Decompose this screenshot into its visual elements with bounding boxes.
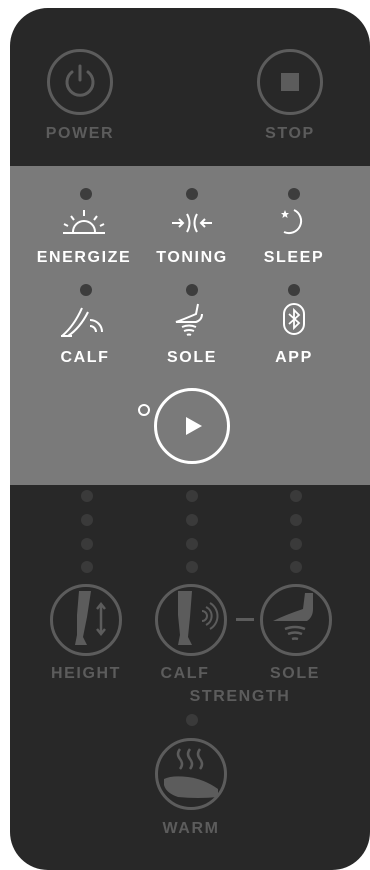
sole-level-dot bbox=[290, 514, 302, 526]
warm-button[interactable] bbox=[155, 738, 227, 810]
mode-sole-button[interactable]: SOLE bbox=[146, 302, 238, 372]
mode-indicator-dot bbox=[288, 188, 300, 200]
sole-vibration-icon bbox=[273, 593, 313, 641]
calf-level-dot bbox=[186, 538, 198, 550]
warm-indicator-dot bbox=[186, 714, 198, 726]
play-icon bbox=[186, 417, 202, 435]
height-label: HEIGHT bbox=[50, 665, 122, 682]
height-level-dot bbox=[81, 514, 93, 526]
sole-label: SOLE bbox=[270, 665, 320, 682]
mode-calf-button[interactable]: CALF bbox=[40, 302, 130, 372]
mode-app-button[interactable]: APP bbox=[254, 302, 334, 372]
height-level-dot bbox=[81, 490, 93, 502]
height-button[interactable] bbox=[50, 584, 122, 656]
mode-panel: ENERGIZE TONING SLEEP CALF SOLE APP bbox=[10, 166, 370, 485]
power-button[interactable] bbox=[47, 49, 113, 115]
play-button[interactable] bbox=[154, 388, 230, 464]
bluetooth-icon bbox=[283, 303, 305, 335]
calf-icon bbox=[61, 307, 103, 337]
mode-indicator-dot bbox=[186, 284, 198, 296]
toning-icon bbox=[172, 213, 212, 233]
mode-indicator-dot bbox=[186, 188, 198, 200]
remote-control-panel: POWER STOP ENERGIZE TONING SLEEP CALF SO… bbox=[10, 8, 370, 870]
sole-level-dot bbox=[290, 538, 302, 550]
mode-label: APP bbox=[275, 349, 313, 366]
stop-icon bbox=[281, 73, 299, 91]
strength-label: STRENGTH bbox=[189, 688, 291, 705]
calf-level-dot bbox=[186, 514, 198, 526]
mode-indicator-dot bbox=[80, 188, 92, 200]
callout-endpoint bbox=[138, 404, 150, 416]
sole-level-dot bbox=[290, 561, 302, 573]
moon-star-icon bbox=[281, 209, 303, 235]
mode-energize-button[interactable]: ENERGIZE bbox=[32, 206, 136, 276]
warm-label: WARM bbox=[162, 820, 220, 837]
heat-foot-icon bbox=[164, 748, 218, 798]
calf-level-dot bbox=[186, 561, 198, 573]
height-level-dot bbox=[81, 561, 93, 573]
mode-toning-button[interactable]: TONING bbox=[146, 206, 238, 276]
sole-strength-button[interactable] bbox=[260, 584, 332, 656]
leg-height-icon bbox=[75, 591, 106, 645]
calf-vibration-icon bbox=[178, 591, 219, 645]
mode-label: SOLE bbox=[167, 349, 217, 366]
calf-sole-connector bbox=[236, 618, 254, 621]
sunrise-icon bbox=[63, 210, 105, 234]
mode-indicator-dot bbox=[288, 284, 300, 296]
mode-label: TONING bbox=[156, 249, 228, 266]
sole-icon bbox=[175, 303, 203, 336]
power-label: POWER bbox=[45, 125, 115, 142]
mode-indicator-dot bbox=[80, 284, 92, 296]
calf-strength-button[interactable] bbox=[155, 584, 227, 656]
stop-label: STOP bbox=[265, 125, 315, 142]
calf-level-dot bbox=[186, 490, 198, 502]
stop-button[interactable] bbox=[257, 49, 323, 115]
mode-label: ENERGIZE bbox=[36, 249, 132, 266]
calf-label: CALF bbox=[160, 665, 210, 682]
mode-sleep-button[interactable]: SLEEP bbox=[254, 206, 334, 276]
power-icon bbox=[65, 64, 95, 97]
height-level-dot bbox=[81, 538, 93, 550]
mode-label: CALF bbox=[60, 349, 110, 366]
mode-label: SLEEP bbox=[263, 249, 325, 266]
sole-level-dot bbox=[290, 490, 302, 502]
